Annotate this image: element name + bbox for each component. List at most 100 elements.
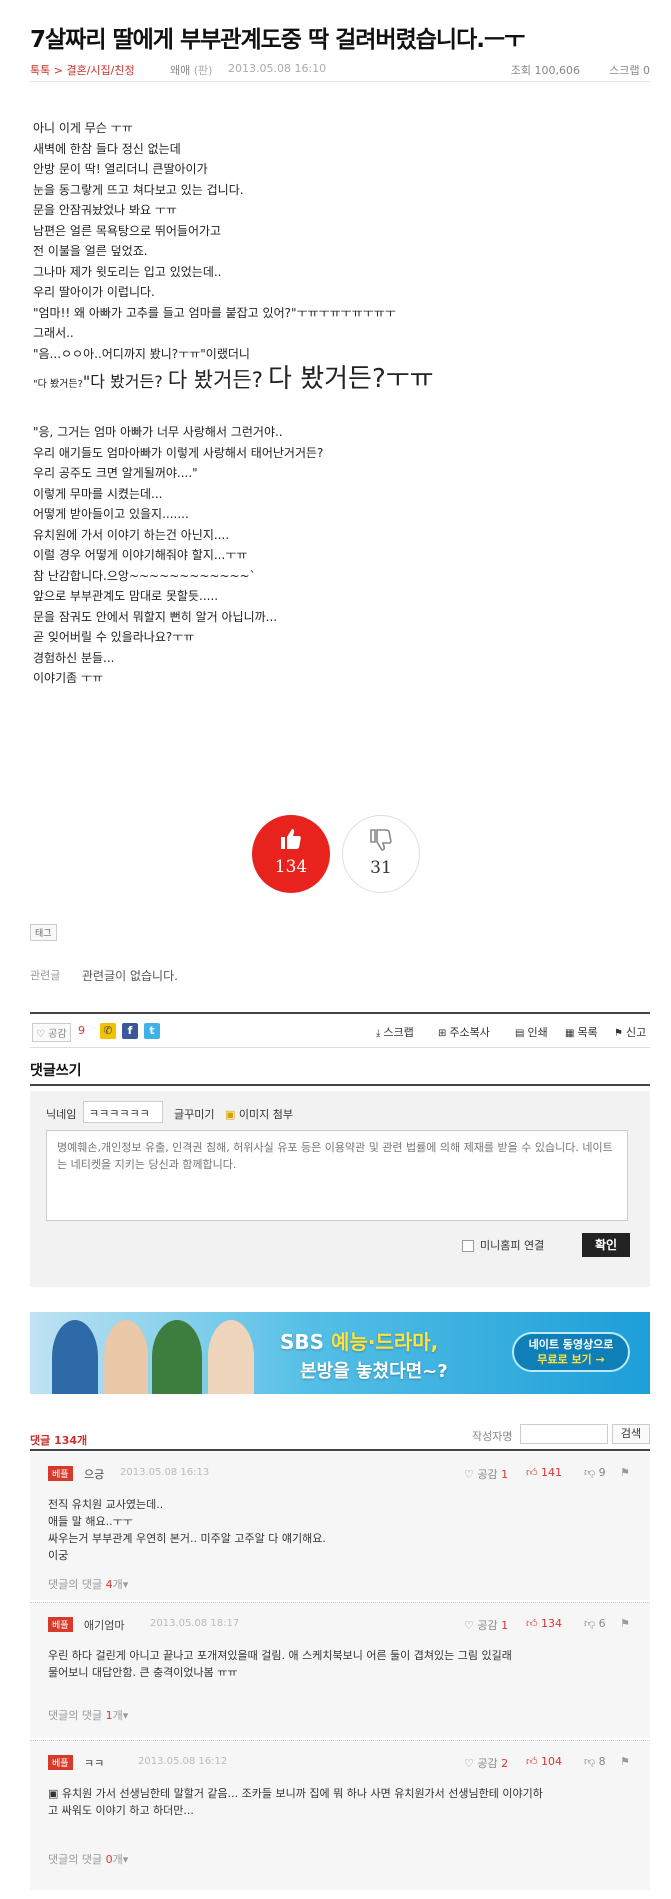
report-icon[interactable]: ⚑ bbox=[620, 1617, 630, 1630]
reply-unit: 개 bbox=[112, 1709, 123, 1722]
comment-down[interactable]: 👎︎ 9 bbox=[584, 1466, 606, 1479]
reply-label: 댓글의 댓글 bbox=[48, 1578, 103, 1591]
list-icon: ▦ bbox=[565, 1028, 575, 1039]
body-line: 눈을 동그랗게 뜨고 쳐다보고 있는 겁니다. bbox=[33, 182, 244, 197]
best-badge: 베플 bbox=[48, 1755, 73, 1770]
facebook-icon[interactable]: f bbox=[122, 1023, 138, 1039]
growing-text: "다 봤거든?"다 봤거든? 다 봤거든? 다 봤거든?ㅜㅠ bbox=[33, 358, 434, 395]
body-line: 곧 잊어버릴 수 있을라나요?ㅜㅠ bbox=[33, 630, 195, 644]
body-line: 남편은 얼른 목욕탕으로 뛰어들어가고 bbox=[33, 223, 222, 238]
report-icon[interactable]: ⚑ bbox=[620, 1755, 630, 1768]
comment-up[interactable]: 👍︎ 141 bbox=[526, 1466, 562, 1479]
tag-label: 태그 bbox=[30, 924, 57, 941]
comment-author[interactable]: ㅋㅋ bbox=[84, 1755, 104, 1771]
image-icon: ▣ bbox=[225, 1108, 236, 1121]
comment-down-count: 6 bbox=[598, 1617, 606, 1630]
comment-line: 물어보니 대답안함. 큰 충격이었나봄 ㅠㅠ bbox=[48, 1666, 238, 1679]
reply-toggle[interactable]: 댓글의 댓글 1개▾ bbox=[48, 1707, 128, 1723]
scrap-button[interactable]: ⤓ 스크랩 bbox=[376, 1024, 414, 1040]
body-line: 문을 안잠궈놨었나 봐요 ㅜㅠ bbox=[33, 203, 177, 217]
body-line: 문을 잠궈도 안에서 뭐할지 뻔히 알거 아닙니까... bbox=[33, 609, 278, 624]
like-button[interactable]: ♡ 공감 bbox=[32, 1023, 71, 1042]
comment-line: 전직 유치원 교사였는데.. bbox=[48, 1498, 164, 1511]
body-line: 경험하신 분들... bbox=[33, 650, 115, 665]
body-line: "응, 그거는 엄마 아빠가 너무 사랑해서 그런거야.. bbox=[33, 425, 283, 439]
confirm-button[interactable]: 확인 bbox=[582, 1233, 630, 1257]
search-button[interactable]: 검색 bbox=[612, 1424, 650, 1444]
body-line: 우리 공주도 크면 알게될꺼야...." bbox=[33, 466, 198, 480]
vote-down-button[interactable]: 31 bbox=[342, 815, 420, 893]
comment-like-label: 공감 bbox=[477, 1468, 498, 1481]
comment-write-box: 닉네임 ㅋㅋㅋㅋㅋㅋ 글꾸미기 ▣ 이미지 첨부 미니홈피 연결 확인 bbox=[30, 1091, 650, 1287]
body-line: 새벽에 한참 들다 정신 없는데 bbox=[33, 141, 181, 156]
post-body: 아니 이게 무슨 ㅜㅠ 새벽에 한참 들다 정신 없는데 안방 문이 딱! 열리… bbox=[33, 118, 396, 364]
comment-text: 전직 유치원 교사였는데.. 애들 말 해요..ㅜㅜ 싸우는거 부부관계 우연히… bbox=[48, 1496, 326, 1564]
kakao-icon[interactable]: ✆ bbox=[100, 1023, 116, 1039]
minihp-checkbox[interactable]: 미니홈피 연결 bbox=[462, 1237, 544, 1253]
format-button[interactable]: 글꾸미기 bbox=[174, 1106, 214, 1122]
copy-url-label: 주소복사 bbox=[449, 1026, 490, 1039]
banner-watch-button[interactable]: 네이트 동영상으로 무료로 보기 → bbox=[512, 1332, 630, 1372]
comment-line: 고 싸워도 이야기 하고 하더만... bbox=[48, 1804, 194, 1817]
report-button[interactable]: ⚑ 신고 bbox=[614, 1024, 646, 1040]
comment-date: 2013.05.08 16:12 bbox=[138, 1756, 228, 1767]
reply-toggle[interactable]: 댓글의 댓글 0개▾ bbox=[48, 1851, 128, 1867]
thumbs-down-icon: 👎︎ bbox=[584, 1617, 596, 1630]
comment-up[interactable]: 👍︎ 104 bbox=[526, 1755, 562, 1768]
report-icon[interactable]: ⚑ bbox=[620, 1466, 630, 1479]
scrap-count: 스크랩 0 bbox=[609, 64, 650, 77]
thumbs-down-icon bbox=[370, 829, 392, 851]
copy-url-button[interactable]: ⊞ 주소복사 bbox=[438, 1024, 490, 1040]
chevron-down-icon: ▾ bbox=[122, 1578, 129, 1591]
image-attach-label: 이미지 첨부 bbox=[238, 1108, 294, 1121]
comment-like[interactable]: ♡ 공감 1 bbox=[464, 1617, 508, 1633]
person-figure bbox=[152, 1320, 202, 1394]
comment-like[interactable]: ♡ 공감 2 bbox=[464, 1755, 508, 1771]
thumbs-up-icon: 👍︎ bbox=[526, 1617, 538, 1630]
comment-like-count: 2 bbox=[501, 1757, 509, 1770]
body-line: 유치원에 가서 이야기 하는건 아닌지.... bbox=[33, 527, 230, 542]
nickname-label: 닉네임 bbox=[46, 1108, 77, 1121]
list-button[interactable]: ▦ 목록 bbox=[565, 1024, 598, 1040]
comment-down[interactable]: 👎︎ 6 bbox=[584, 1617, 606, 1630]
post-author[interactable]: 왜애 (판) bbox=[170, 62, 212, 78]
comment-author[interactable]: 으긍 bbox=[84, 1466, 104, 1482]
comment-up[interactable]: 👍︎ 134 bbox=[526, 1617, 562, 1630]
related-text: 관련글이 없습니다. bbox=[82, 969, 178, 983]
growing-part: 다 봤거든?ㅜㅠ bbox=[268, 364, 434, 394]
banner-headline-b: 예능·드라마, bbox=[331, 1330, 439, 1354]
body-line: 참 난감합니다.으앙~~~~~~~~~~~~` bbox=[33, 568, 256, 583]
vote-up-button[interactable]: 134 bbox=[252, 815, 330, 893]
breadcrumb[interactable]: 톡톡 > 결혼/시집/친정 bbox=[30, 62, 135, 78]
thumbs-up-icon bbox=[281, 829, 301, 849]
body-line: 그래서.. bbox=[33, 326, 74, 340]
report-icon: ⚑ bbox=[614, 1028, 623, 1039]
twitter-icon[interactable]: t bbox=[144, 1023, 160, 1039]
reply-toggle[interactable]: 댓글의 댓글 4개▾ bbox=[48, 1576, 128, 1592]
chevron-down-icon: ▾ bbox=[122, 1853, 129, 1866]
comment-like-count: 1 bbox=[501, 1468, 509, 1481]
body-line: "엄마!! 왜 아빠가 고추를 들고 엄마를 붙잡고 있어?"ㅜㅠㅜㅠㅜㅠㅜㅠㅜ bbox=[33, 305, 396, 320]
author-search-input[interactable] bbox=[520, 1424, 608, 1444]
comment-date: 2013.05.08 18:17 bbox=[150, 1618, 240, 1629]
comment-author[interactable]: 애기엄마 bbox=[84, 1617, 124, 1633]
post-body-2: "응, 그거는 엄마 아빠가 너무 사랑해서 그런거야.. 우리 애기들도 엄마… bbox=[33, 422, 323, 689]
like-label: 공감 bbox=[48, 1029, 67, 1040]
comment-line: 우린 하다 걸린게 아니고 끝나고 포개져있을때 걸림. 애 스케치북보니 어른… bbox=[48, 1649, 512, 1662]
nickname-input[interactable]: ㅋㅋㅋㅋㅋㅋ bbox=[83, 1101, 163, 1123]
vote-down-count: 31 bbox=[370, 858, 392, 878]
comment-down-count: 8 bbox=[598, 1755, 606, 1768]
comment-down[interactable]: 👎︎ 8 bbox=[584, 1755, 606, 1768]
thumbs-up-icon: 👍︎ bbox=[526, 1466, 538, 1479]
reply-count: 4 bbox=[105, 1578, 113, 1591]
reply-label: 댓글의 댓글 bbox=[48, 1709, 103, 1722]
image-attach-button[interactable]: ▣ 이미지 첨부 bbox=[225, 1106, 293, 1122]
divider bbox=[30, 1084, 650, 1086]
comment-like[interactable]: ♡ 공감 1 bbox=[464, 1466, 508, 1482]
ad-banner[interactable]: SBS 예능·드라마, 본방을 놓쳤다면~? 네이트 동영상으로 무료로 보기 … bbox=[30, 1312, 650, 1394]
comment-textarea[interactable] bbox=[46, 1130, 628, 1221]
scrap-label: 스크랩 bbox=[383, 1026, 414, 1039]
body-line: 이렇게 무마를 시켰는데... bbox=[33, 486, 163, 501]
post-meta: 톡톡 > 결혼/시집/친정 왜애 (판) 2013.05.08 16:10 조회… bbox=[30, 58, 650, 82]
print-button[interactable]: ▤ 인쇄 bbox=[515, 1024, 548, 1040]
